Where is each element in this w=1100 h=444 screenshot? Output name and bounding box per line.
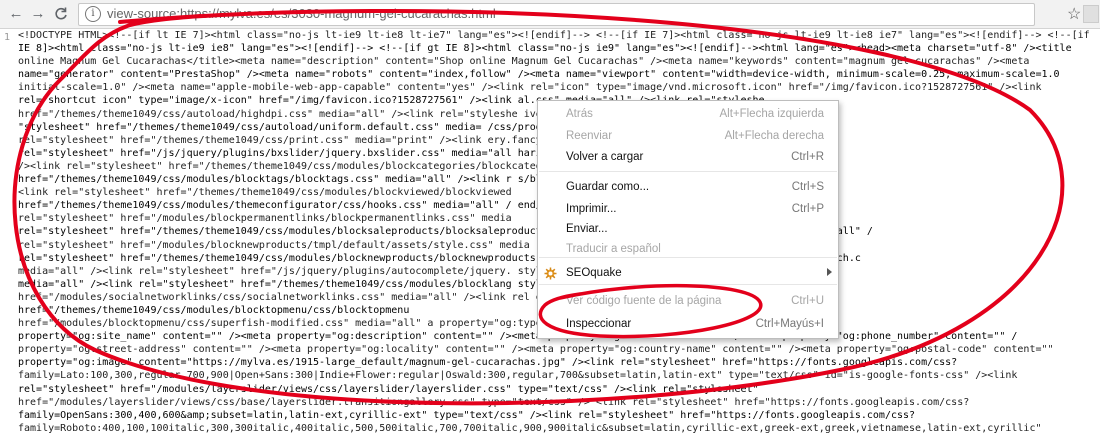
address-bar[interactable]: i view-source:https://mylva.es/es/3030-m… bbox=[78, 3, 1035, 26]
menu-item-label: Reenviar bbox=[566, 130, 613, 142]
line-number: 1 bbox=[4, 32, 11, 43]
source-line: family=Lato:100,300,regular,700,900|Open… bbox=[18, 370, 1018, 382]
menu-item-reenviar[interactable]: Reenviar Alt+Flecha derecha bbox=[538, 127, 838, 147]
source-line: family=OpenSans:300,400,600&amp;subset=l… bbox=[18, 409, 916, 421]
menu-item-shortcut: Ctrl+R bbox=[791, 151, 824, 163]
seoquake-icon bbox=[544, 267, 557, 280]
extension-icon[interactable] bbox=[1083, 5, 1099, 23]
menu-separator bbox=[539, 171, 837, 172]
menu-item-ver-código-fuente-de-la-página[interactable]: Ver código fuente de la página Ctrl+U bbox=[538, 292, 838, 312]
menu-item-label: Imprimir... bbox=[566, 203, 617, 215]
source-line: property="og:image" content="https://myl… bbox=[18, 357, 958, 369]
menu-item-volver-a-cargar[interactable]: Volver a cargar Ctrl+R bbox=[538, 148, 838, 168]
context-menu: Atrás Alt+Flecha izquierda Reenviar Alt+Fle… bbox=[537, 100, 839, 339]
address-url[interactable]: view-source:https://mylva.es/es/3030-mag… bbox=[107, 6, 496, 21]
menu-item-shortcut: Alt+Flecha izquierda bbox=[719, 108, 824, 120]
forward-arrow-icon[interactable]: → bbox=[28, 4, 48, 24]
menu-item-enviar[interactable]: Enviar... bbox=[538, 220, 838, 240]
menu-item-label: Inspeccionar bbox=[566, 318, 632, 330]
menu-item-label: Guardar como... bbox=[566, 181, 650, 193]
source-line: <!DOCTYPE HTML><!--[if lt IE 7]><html cl… bbox=[18, 30, 1090, 41]
menu-item-shortcut: Alt+Flecha derecha bbox=[724, 130, 824, 142]
menu-item-atrás[interactable]: Atrás Alt+Flecha izquierda bbox=[538, 105, 838, 125]
menu-item-shortcut: Ctrl+S bbox=[791, 181, 824, 193]
menu-separator bbox=[539, 284, 837, 285]
menu-item-traducir-a-español[interactable]: Traducir a español bbox=[538, 240, 838, 260]
menu-item-shortcut: Ctrl+Mayús+I bbox=[755, 318, 824, 330]
source-line: property="og:street-address" content="" … bbox=[18, 344, 1054, 356]
source-line: href="/modules/layerslider/views/css/bas… bbox=[18, 396, 970, 408]
source-line: family=Roboto:400,100,100italic,300,300i… bbox=[18, 422, 1042, 434]
menu-item-guardar-como[interactable]: Guardar como... Ctrl+S bbox=[538, 178, 838, 198]
bookmark-star-icon[interactable]: ☆ bbox=[1067, 4, 1081, 24]
menu-item-label: SEOquake bbox=[566, 267, 622, 279]
menu-item-imprimir[interactable]: Imprimir... Ctrl+P bbox=[538, 200, 838, 220]
back-arrow-icon[interactable]: ← bbox=[6, 4, 26, 24]
source-line: online Magnum Gel Cucarachas</title><met… bbox=[18, 56, 1030, 68]
submenu-arrow-icon bbox=[827, 268, 832, 276]
source-line: initial-scale=1.0" /><meta name="apple-m… bbox=[18, 82, 1042, 94]
menu-item-label: Enviar... bbox=[566, 223, 608, 235]
menu-item-inspeccionar[interactable]: Inspeccionar Ctrl+Mayús+I bbox=[538, 315, 838, 335]
menu-item-label: Ver código fuente de la página bbox=[566, 295, 722, 307]
info-icon[interactable]: i bbox=[85, 6, 101, 22]
menu-item-shortcut: Ctrl+P bbox=[791, 203, 824, 215]
reload-icon[interactable] bbox=[51, 4, 71, 24]
menu-item-seoquake[interactable]: SEOquake bbox=[538, 264, 838, 284]
source-line: rel="stylesheet" href="/modules/layersli… bbox=[18, 383, 759, 395]
source-line: IE 8]><html class="no-js lt-ie9 ie8" lan… bbox=[18, 43, 1072, 55]
menu-item-label: Volver a cargar bbox=[566, 151, 644, 163]
browser-toolbar: ← → i view-source:https://mylva.es/es/30… bbox=[0, 0, 1100, 29]
menu-item-label: Traducir a español bbox=[566, 243, 661, 255]
menu-item-shortcut: Ctrl+U bbox=[791, 295, 824, 307]
menu-item-label: Atrás bbox=[566, 108, 593, 120]
source-line: name="generator" content="PrestaShop" />… bbox=[18, 69, 1060, 81]
